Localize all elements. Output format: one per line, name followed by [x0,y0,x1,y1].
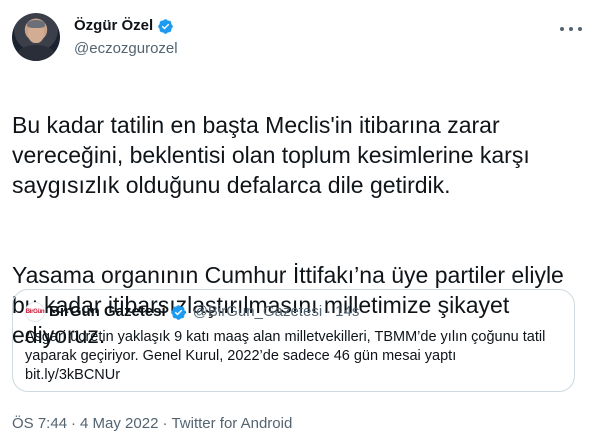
verified-badge-icon [170,304,186,320]
quoted-author-avatar: BirGün [25,302,45,322]
tweet-date[interactable]: 4 May 2022 [80,414,158,434]
more-options-icon[interactable] [560,24,582,34]
author-name-row: Özgür Özel [74,16,178,36]
author-header: Özgür Özel @eczozgurozel [74,16,178,59]
quoted-tweet-card[interactable]: BirGün BirGün Gazetesi @BirGun_Gazetesi … [12,289,575,392]
author-avatar[interactable] [12,13,60,61]
quoted-author-handle: @BirGun_Gazetesi [192,303,323,320]
tweet-source[interactable]: Twitter for Android [171,414,292,434]
more-dot [569,27,573,31]
tweet-time[interactable]: ÖS 7:44 [12,414,67,434]
avatar-shoulders [16,45,56,61]
author-handle[interactable]: @eczozgurozel [74,39,178,59]
quoted-tweet-body: Asgari ücretin yaklaşık 9 katı maaş alan… [25,329,546,383]
more-dot [578,27,582,31]
quoted-separator: · [326,303,332,320]
quoted-author-name: BirGün Gazetesi [49,303,166,320]
author-display-name[interactable]: Özgür Özel [74,16,153,36]
tweet-paragraph-1: Bu kadar tatilin en başta Meclis'in itib… [12,112,530,198]
meta-separator: · [162,415,168,432]
more-dot [560,27,564,31]
meta-separator: · [71,415,77,432]
avatar-hair [27,20,45,28]
quoted-tweet-header: BirGün BirGün Gazetesi @BirGun_Gazetesi … [25,302,562,322]
quoted-timestamp: 14s [335,303,360,320]
verified-badge-icon [158,18,173,34]
tweet-meta: ÖS 7:44 · 4 May 2022 · Twitter for Andro… [12,414,292,434]
